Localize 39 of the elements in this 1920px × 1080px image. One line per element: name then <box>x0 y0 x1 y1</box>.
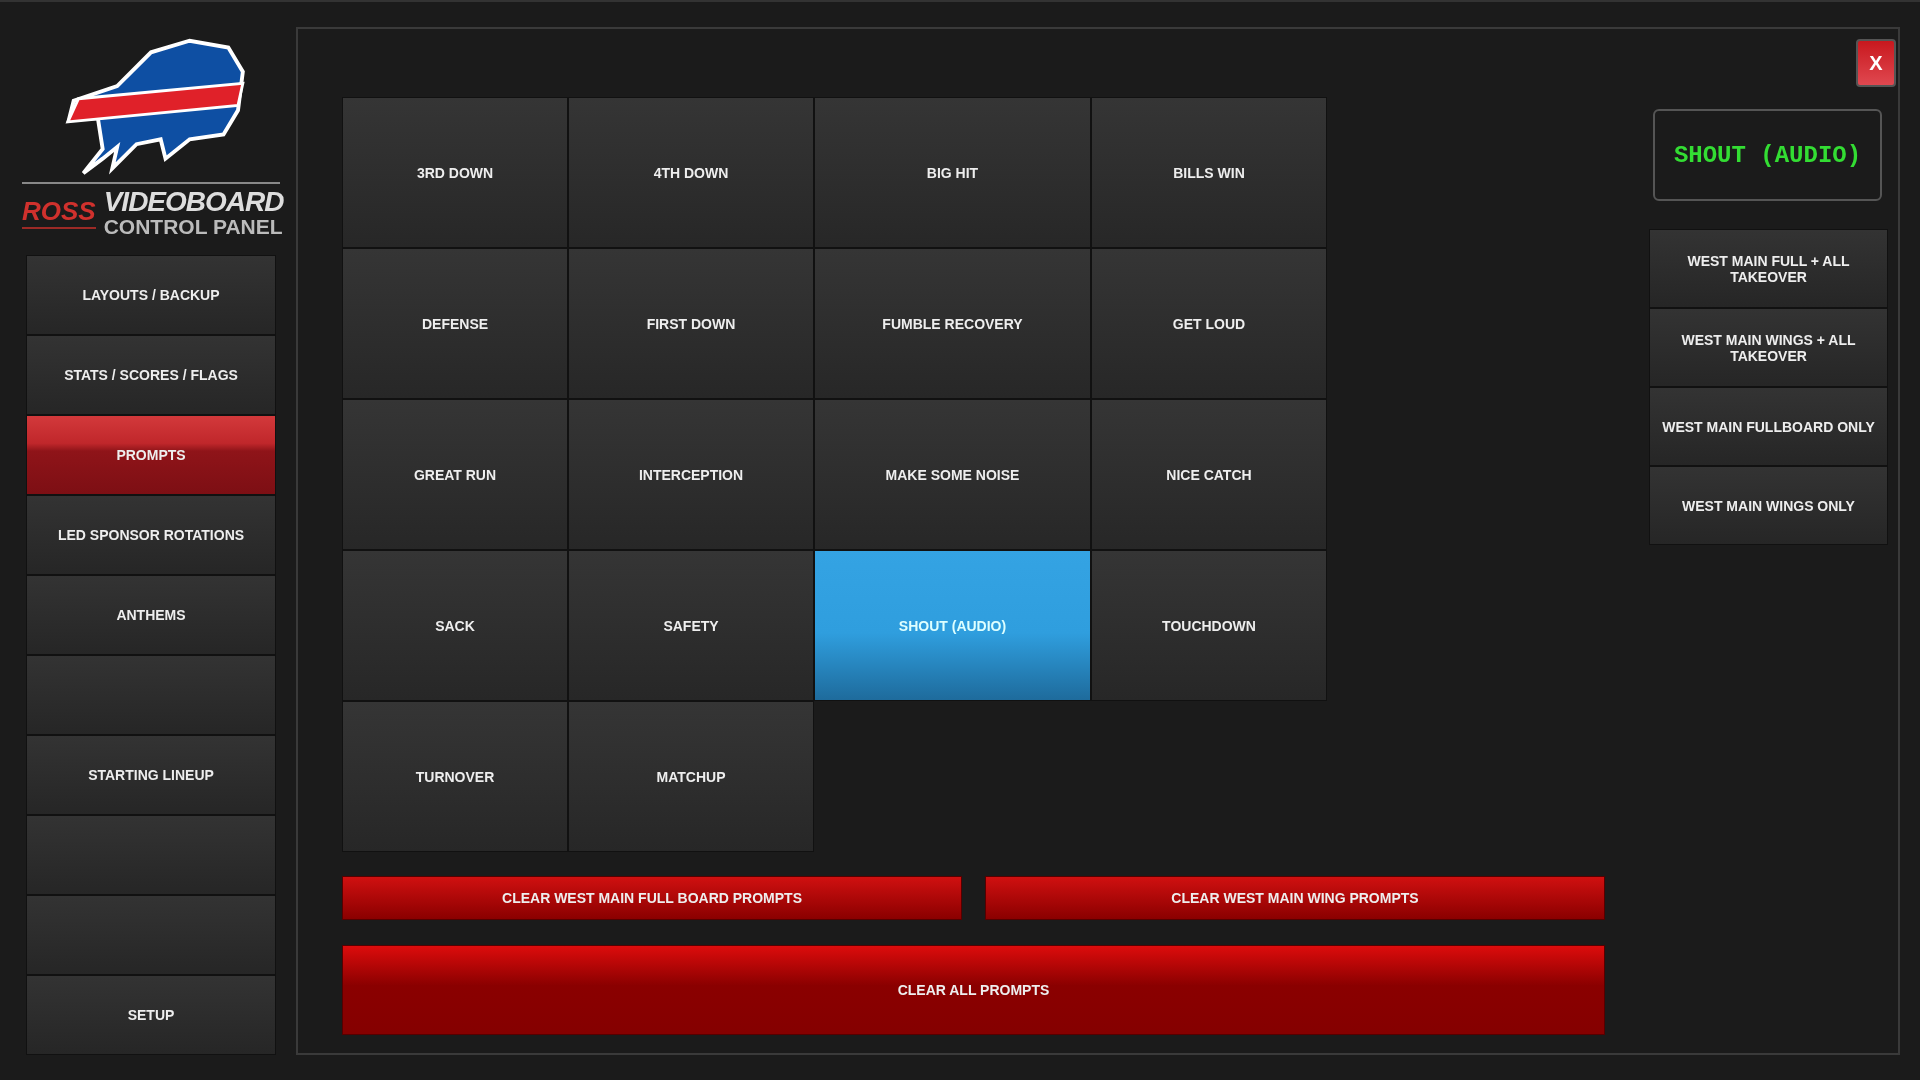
prompt-button[interactable]: SACK <box>342 550 568 701</box>
target-button[interactable]: WEST MAIN WINGS ONLY <box>1649 466 1888 545</box>
prompt-button[interactable]: TOUCHDOWN <box>1091 550 1327 701</box>
nav-button[interactable]: LAYOUTS / BACKUP <box>26 255 276 335</box>
nav-button[interactable] <box>26 815 276 895</box>
prompt-button[interactable]: DEFENSE <box>342 248 568 399</box>
app-title: VIDEOBOARD <box>103 188 284 216</box>
clear-button[interactable]: CLEAR WEST MAIN FULL BOARD PROMPTS <box>342 876 962 920</box>
prompt-button[interactable]: 4TH DOWN <box>568 97 814 248</box>
prompt-button[interactable]: MATCHUP <box>568 701 814 852</box>
prompt-button[interactable]: 3RD DOWN <box>342 97 568 248</box>
target-button[interactable]: WEST MAIN FULL + ALL TAKEOVER <box>1649 229 1888 308</box>
clear-button[interactable]: CLEAR WEST MAIN WING PROMPTS <box>985 876 1605 920</box>
clear-all-button[interactable]: CLEAR ALL PROMPTS <box>342 945 1605 1035</box>
status-display: SHOUT (AUDIO) <box>1653 109 1882 201</box>
nav-button[interactable]: LED SPONSOR ROTATIONS <box>26 495 276 575</box>
prompt-button[interactable]: GREAT RUN <box>342 399 568 550</box>
prompt-button[interactable]: SAFETY <box>568 550 814 701</box>
prompt-button[interactable]: INTERCEPTION <box>568 399 814 550</box>
target-button[interactable]: WEST MAIN FULLBOARD ONLY <box>1649 387 1888 466</box>
nav-button[interactable] <box>26 655 276 735</box>
nav-button[interactable]: PROMPTS <box>26 415 276 495</box>
prompt-button[interactable]: NICE CATCH <box>1091 399 1327 550</box>
target-button[interactable]: WEST MAIN WINGS + ALL TAKEOVER <box>1649 308 1888 387</box>
nav-button[interactable]: ANTHEMS <box>26 575 276 655</box>
prompt-button[interactable]: GET LOUD <box>1091 248 1327 399</box>
app-subtitle: CONTROL PANEL <box>103 216 284 237</box>
nav-button[interactable] <box>26 895 276 975</box>
brand-text: ROSS <box>22 196 96 229</box>
nav-button[interactable]: STATS / SCORES / FLAGS <box>26 335 276 415</box>
prompt-button[interactable]: FUMBLE RECOVERY <box>814 248 1091 399</box>
prompt-button[interactable]: BILLS WIN <box>1091 97 1327 248</box>
nav-button[interactable]: SETUP <box>26 975 276 1055</box>
prompt-button[interactable]: TURNOVER <box>342 701 568 852</box>
prompt-button[interactable]: FIRST DOWN <box>568 248 814 399</box>
prompt-button[interactable]: BIG HIT <box>814 97 1091 248</box>
prompt-button[interactable]: MAKE SOME NOISE <box>814 399 1091 550</box>
close-button[interactable]: X <box>1856 39 1896 87</box>
nav-button[interactable]: STARTING LINEUP <box>26 735 276 815</box>
